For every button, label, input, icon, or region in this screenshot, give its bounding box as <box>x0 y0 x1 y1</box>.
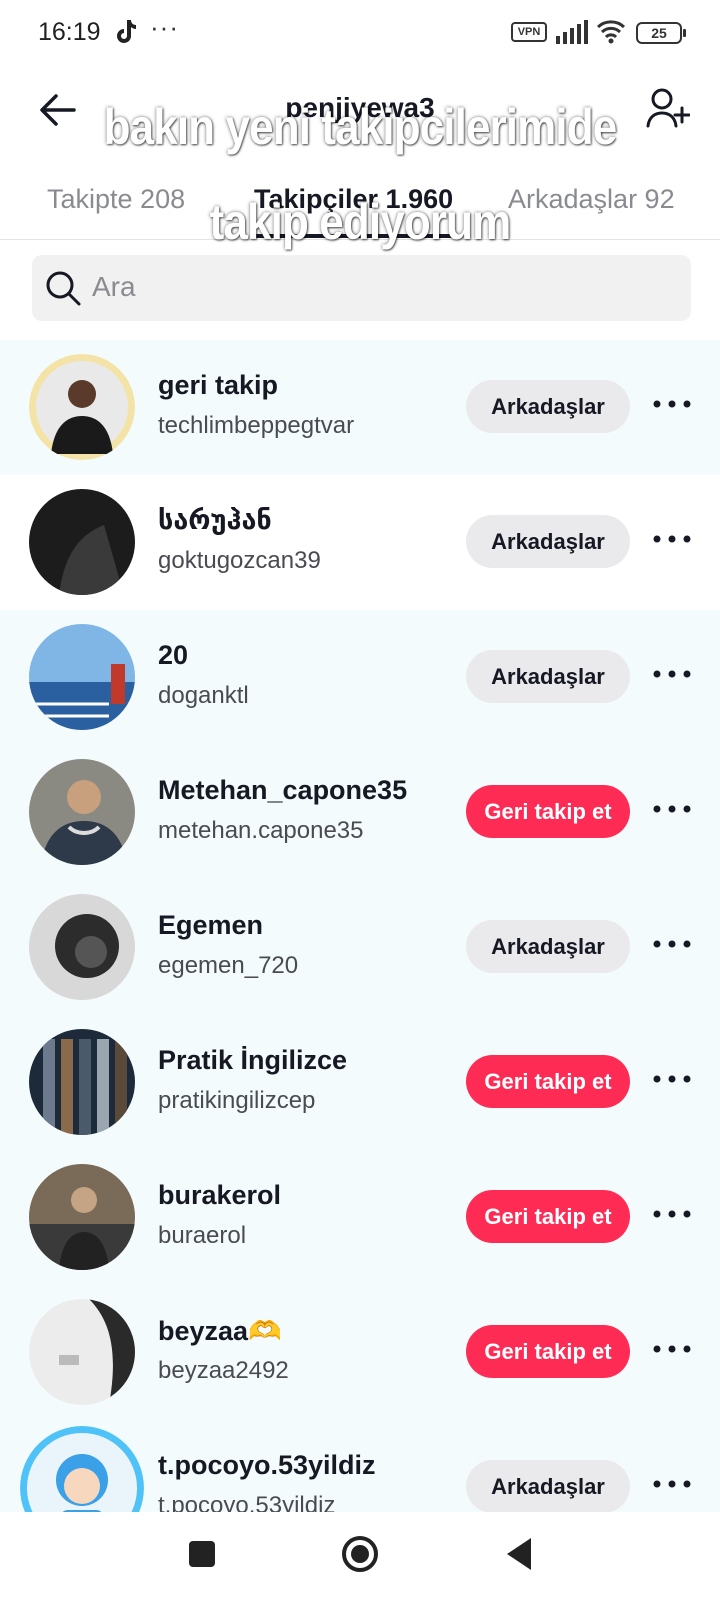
signal-icon <box>556 20 588 44</box>
follower-list[interactable]: geri takip techlimbeppegtvar Arkadaşlar … <box>0 340 720 1512</box>
follower-name: Pratik İngilizce <box>158 1045 348 1075</box>
follower-handle: t.pocoyo.53yildiz <box>158 1492 336 1512</box>
more-horizontal-icon[interactable] <box>652 531 692 547</box>
follower-name: 20 <box>158 640 189 670</box>
square-icon[interactable] <box>189 1541 215 1567</box>
follower-handle: goktugozcan39 <box>158 547 321 574</box>
status-bar: 16:19 ··· VPN 25 <box>0 0 720 64</box>
overlay-caption-line2: takip ediyorum <box>209 194 512 250</box>
more-horizontal-icon[interactable] <box>652 1206 692 1222</box>
more-horizontal-icon[interactable] <box>652 1476 692 1492</box>
follower-row[interactable]: beyzaa🫶 beyzaa2492 Geri takip et <box>0 1285 720 1420</box>
more-horizontal-icon[interactable] <box>652 1341 692 1357</box>
follower-row[interactable]: Egemen egemen_720 Arkadaşlar <box>0 880 720 1015</box>
avatar[interactable] <box>29 894 135 1000</box>
vpn-badge: VPN <box>511 22 547 42</box>
follow-back-button[interactable]: Geri takip et <box>466 1325 630 1378</box>
more-horizontal-icon[interactable] <box>652 936 692 952</box>
follow-back-button[interactable]: Geri takip et <box>466 785 630 838</box>
avatar[interactable] <box>29 1029 135 1135</box>
search-placeholder: Ara <box>92 271 136 302</box>
follower-name: geri takip <box>158 370 279 400</box>
system-nav-bar <box>0 1512 720 1600</box>
triangle-back-icon[interactable] <box>505 1536 533 1572</box>
follower-handle: egemen_720 <box>158 952 299 979</box>
more-horizontal-icon[interactable] <box>652 1071 692 1087</box>
follower-handle: beyzaa2492 <box>158 1357 289 1384</box>
follower-row[interactable]: Pratik İngilizce pratikingilizcep Geri t… <box>0 1015 720 1150</box>
follow-back-button[interactable]: Geri takip et <box>466 1190 630 1243</box>
search-icon <box>46 271 81 306</box>
friends-button[interactable]: Arkadaşlar <box>466 650 630 703</box>
follower-row[interactable]: 20 doganktl Arkadaşlar <box>0 610 720 745</box>
more-horizontal-icon[interactable] <box>652 396 692 412</box>
status-time: 16:19 <box>38 18 101 46</box>
friends-button[interactable]: Arkadaşlar <box>466 380 630 433</box>
follower-handle: buraerol <box>158 1222 247 1249</box>
follower-handle: metehan.capone35 <box>158 817 364 844</box>
tiktok-icon <box>117 20 136 43</box>
follower-name: Metehan_capone35 <box>158 775 408 805</box>
avatar[interactable] <box>29 759 135 865</box>
follower-name: t.pocoyo.53yildiz <box>158 1450 376 1480</box>
avatar[interactable] <box>29 1164 135 1270</box>
follower-name: Egemen <box>158 910 264 940</box>
follower-handle: techlimbeppegtvar <box>158 412 355 439</box>
friends-button[interactable]: Arkadaşlar <box>466 1460 630 1512</box>
screen: 16:19 ··· VPN 25 penjiyewa3 Takipte 208 … <box>0 0 720 1600</box>
follower-row[interactable]: სარუჰან goktugozcan39 Arkadaşlar <box>0 475 720 610</box>
battery-indicator: 25 <box>636 22 686 44</box>
avatar[interactable] <box>29 624 135 730</box>
avatar[interactable] <box>29 489 135 595</box>
search-input[interactable]: Ara <box>32 255 691 321</box>
avatar[interactable] <box>29 354 135 460</box>
friends-button[interactable]: Arkadaşlar <box>466 920 630 973</box>
status-dots: ··· <box>150 12 179 42</box>
follower-handle: doganktl <box>158 682 249 709</box>
wifi-icon <box>596 20 626 44</box>
follower-name: beyzaa🫶 <box>158 1316 282 1346</box>
more-horizontal-icon[interactable] <box>652 666 692 682</box>
avatar[interactable] <box>20 1426 144 1512</box>
follower-name: burakerol <box>158 1180 282 1210</box>
avatar[interactable] <box>29 1299 135 1405</box>
follower-row[interactable]: geri takip techlimbeppegtvar Arkadaşlar <box>0 340 720 475</box>
overlay-caption-line1: bakın yeni takipcilerimide <box>103 99 618 155</box>
follower-row[interactable]: t.pocoyo.53yildiz t.pocoyo.53yildiz Arka… <box>0 1420 720 1512</box>
follower-name: სარუჰან <box>158 505 272 535</box>
follow-back-button[interactable]: Geri takip et <box>466 1055 630 1108</box>
friends-button[interactable]: Arkadaşlar <box>466 515 630 568</box>
follower-handle: pratikingilizcep <box>158 1087 316 1114</box>
circle-home-icon[interactable] <box>340 1534 380 1574</box>
follower-row[interactable]: Metehan_capone35 metehan.capone35 Geri t… <box>0 745 720 880</box>
more-horizontal-icon[interactable] <box>652 801 692 817</box>
follower-row[interactable]: burakerol buraerol Geri takip et <box>0 1150 720 1285</box>
